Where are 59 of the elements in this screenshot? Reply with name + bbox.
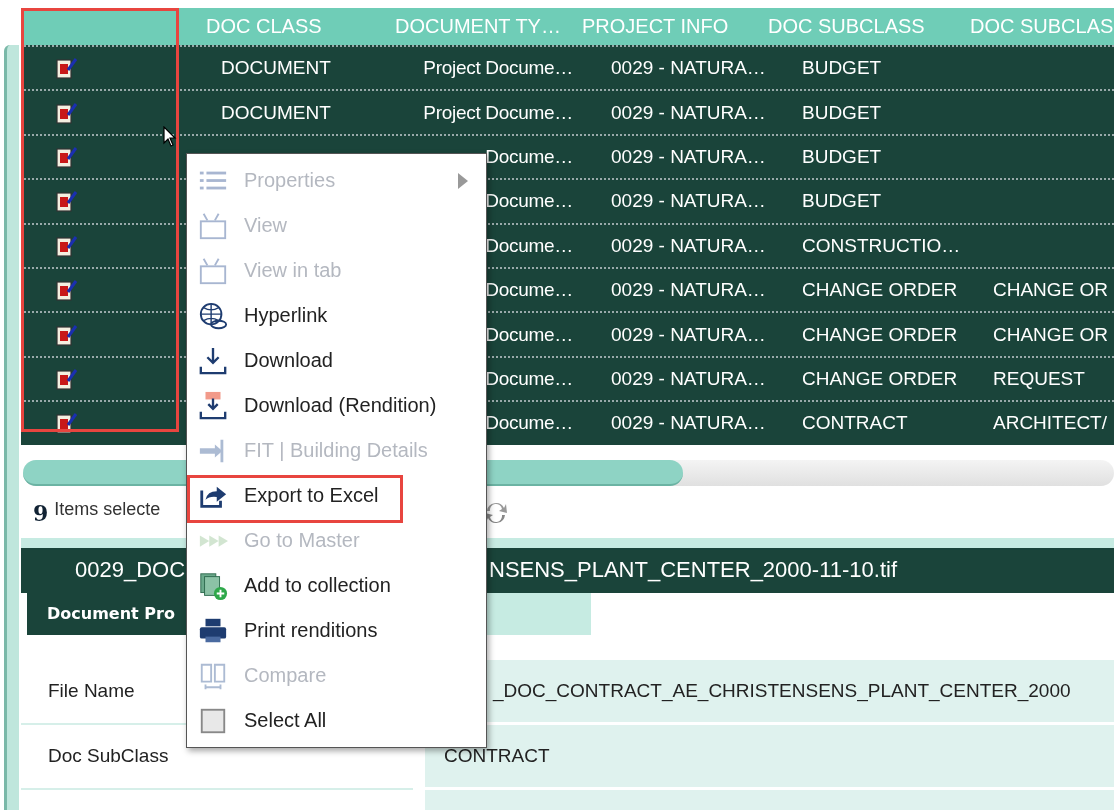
document-edit-icon <box>55 233 79 258</box>
menu-item[interactable]: Export to Excel <box>187 473 486 518</box>
table-cell-text: 0029 - NATURA… <box>610 190 767 213</box>
table-cell-text: Docume… <box>484 323 574 346</box>
table-cell-text: Project Docume… <box>422 57 574 80</box>
document-edit-icon <box>55 56 79 81</box>
table-cell-text: Docume… <box>484 145 574 168</box>
table-cell-text: BUDGET <box>801 190 883 213</box>
property-value: CONTRACT <box>425 724 1114 790</box>
table-cell-text: 0029 - NATURA… <box>610 323 767 346</box>
table-cell-text: BUDGET <box>801 101 883 124</box>
table-cell-text: BUDGET <box>801 145 883 168</box>
table-cell-text: 0029 - NATURA… <box>610 234 767 257</box>
download-icon <box>198 345 228 376</box>
globe-icon <box>198 300 228 331</box>
cursor-icon <box>163 126 177 148</box>
table-row[interactable]: DOCUMENT Project Docume… 0029 - NATURA… BUDGET <box>21 45 1114 90</box>
table-cell-text: DOCUMENT <box>220 57 332 80</box>
document-title: NSENS_PLANT_CENTER_2000-11-10.tif <box>489 557 897 583</box>
table-cell-text: CHANGE ORDER <box>801 367 959 390</box>
table-cell-text: CONTRACT <box>801 412 909 435</box>
table-cell-text: CONSTRUCTIO… <box>801 234 962 257</box>
table-cell-text: Docume… <box>484 190 574 213</box>
document-edit-icon <box>55 322 79 347</box>
tv-icon <box>198 255 228 286</box>
document-edit-icon <box>55 278 79 303</box>
table-cell-text: 0029 - NATURA… <box>610 145 767 168</box>
table-cell-text: CHANGE ORDER <box>801 323 959 346</box>
document-edit-icon <box>55 366 79 391</box>
document-edit-icon <box>55 411 79 436</box>
table-row[interactable]: DOCUMENT Project Docume… 0029 - NATURA… BUDGET <box>21 89 1114 134</box>
table-cell-text: 0029 - NATURA… <box>610 101 767 124</box>
tv-icon <box>198 210 228 241</box>
table-cell-text: 0029 - NATURA… <box>610 279 767 302</box>
table-cell-text: DOCUMENT <box>220 101 332 124</box>
table-cell-text: Project Docume… <box>422 101 574 124</box>
document-edit-icon <box>55 100 79 125</box>
table-cell-text: 0029 - NATURA… <box>610 57 767 80</box>
stack-icon <box>198 570 228 601</box>
property-label: File Name <box>48 680 135 702</box>
table-cell-text: Docume… <box>484 367 574 390</box>
table-cell-text: BUDGET <box>801 57 883 80</box>
pdf-download-icon <box>198 390 228 421</box>
table-cell-text: 0029 - NATURA… <box>610 412 767 435</box>
selected-count: 9 <box>33 499 49 526</box>
table-cell-text: ARCHITECT/ <box>992 412 1108 435</box>
status-label: Items selecte <box>54 499 161 520</box>
document-edit-icon <box>55 144 79 169</box>
table-cell-text: CHANGE ORDER <box>801 279 959 302</box>
table-cell-text: Docume… <box>484 234 574 257</box>
document-edit-icon <box>55 189 79 214</box>
table-cell-text: Docume… <box>484 412 574 435</box>
property-label: Doc SubClass <box>48 745 169 767</box>
table-cell-text: Docume… <box>484 279 574 302</box>
table-cell-text: REQUEST <box>992 367 1086 390</box>
table-cell-text: 0029 - NATURA… <box>610 367 767 390</box>
table-cell-text: CHANGE OR <box>992 323 1110 346</box>
document-title: 0029_DOC <box>75 557 186 583</box>
table-cell-text: CHANGE OR <box>992 279 1110 302</box>
